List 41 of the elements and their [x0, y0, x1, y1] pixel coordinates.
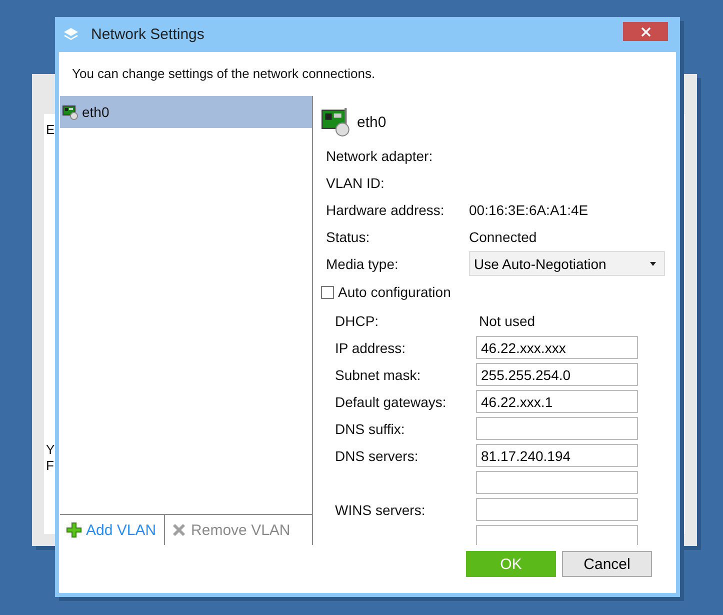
- plus-icon: [66, 522, 82, 538]
- cancel-button[interactable]: Cancel: [562, 551, 652, 577]
- field-label: VLAN ID:: [326, 174, 386, 190]
- field-label: Network adapter:: [326, 148, 434, 164]
- field-label: DNS suffix:: [335, 420, 406, 436]
- field-value: Connected: [469, 228, 537, 244]
- field-value: 00:16:3E:6A:A1:4E: [469, 202, 588, 218]
- field-value: Not used: [478, 312, 536, 328]
- close-button[interactable]: [623, 22, 668, 41]
- field-label: DNS servers:: [335, 448, 420, 464]
- input-field[interactable]: [476, 498, 638, 521]
- field-label: Default gateways:: [335, 394, 448, 410]
- field-label: IP address:: [335, 340, 407, 356]
- input-field[interactable]: 46.22.xxx.1: [476, 390, 638, 413]
- network-card-icon: [321, 107, 351, 137]
- input-field[interactable]: [476, 525, 638, 545]
- intro-text: You can change settings of the network connections.: [71, 65, 376, 82]
- cross-icon: [171, 522, 188, 538]
- background-text: E: [46, 122, 55, 137]
- background-text: Y: [46, 442, 55, 457]
- field-label: Status:: [326, 228, 371, 244]
- input-field[interactable]: 81.17.240.194: [476, 444, 638, 467]
- field-label: DHCP:: [335, 312, 380, 328]
- auto-configuration-checkbox[interactable]: Auto configuration: [321, 277, 676, 307]
- adapter-list-item[interactable]: eth0: [60, 96, 312, 128]
- field-label: Hardware address:: [326, 202, 446, 218]
- close-icon: [640, 26, 650, 36]
- input-field[interactable]: [476, 471, 638, 494]
- input-field[interactable]: [476, 417, 638, 440]
- network-card-icon: [62, 104, 78, 120]
- background-text: F: [46, 458, 54, 473]
- input-field[interactable]: 255.255.254.0: [476, 363, 638, 386]
- field-label: Media type:: [326, 256, 400, 272]
- media-type-dropdown[interactable]: Use Auto-Negotiation: [469, 251, 665, 276]
- field-label: WINS servers:: [335, 502, 426, 518]
- adapter-name: eth0: [357, 114, 386, 130]
- layers-icon: [63, 26, 79, 42]
- caret-icon: [650, 262, 656, 266]
- window-title: Network Settings: [91, 26, 204, 43]
- field-label: Subnet mask:: [335, 366, 422, 382]
- input-field[interactable]: 46.22.xxx.xxx: [476, 336, 638, 359]
